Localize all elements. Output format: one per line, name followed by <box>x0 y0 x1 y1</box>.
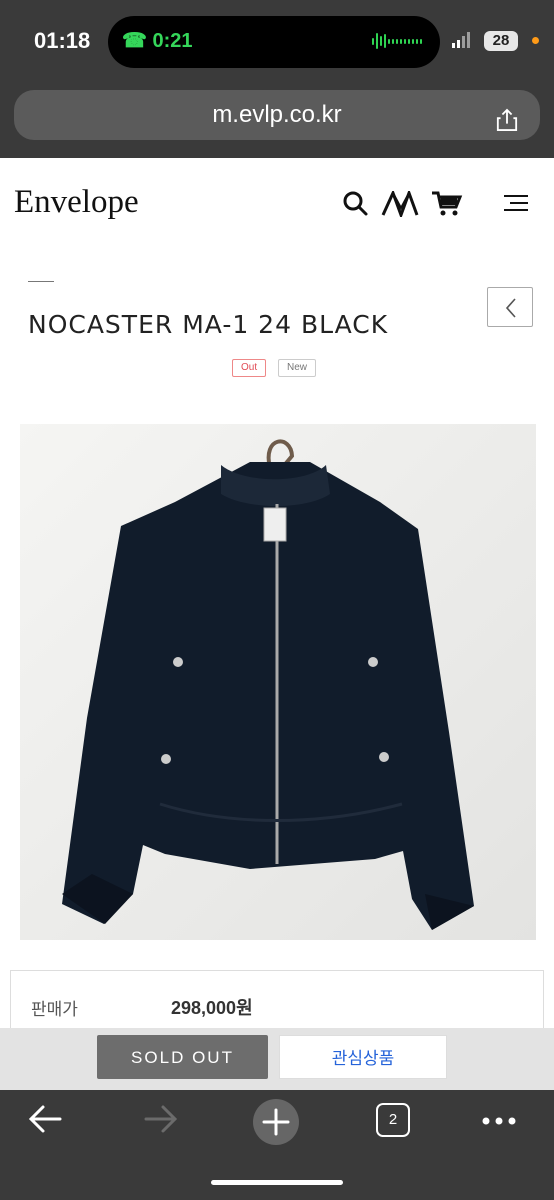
price-label: 판매가 <box>31 1000 78 1019</box>
signal-icon <box>452 32 470 48</box>
phone-icon: ☎ <box>122 30 147 52</box>
back-arrow-icon[interactable] <box>27 1104 63 1134</box>
jacket-photo <box>62 439 474 930</box>
product-price: 298,000원 <box>171 998 253 1018</box>
new-tab-icon[interactable] <box>251 1097 301 1147</box>
dynamic-island-call[interactable]: ☎ 0:21 <box>108 16 440 68</box>
audio-waveform-icon <box>372 33 422 49</box>
chevron-left-icon <box>505 298 516 318</box>
brand-mark-icon[interactable] <box>381 190 419 217</box>
wishlist-button[interactable]: 관심상품 <box>279 1035 447 1079</box>
menu-icon[interactable] <box>503 194 529 212</box>
sold-out-button[interactable]: SOLD OUT <box>97 1035 268 1079</box>
back-button[interactable] <box>487 287 533 327</box>
status-badge-new: New <box>278 359 317 377</box>
clock: 01:18 <box>34 28 91 53</box>
home-indicator <box>211 1180 343 1185</box>
product-title: NOCASTER MA-1 24 BLACK <box>28 310 389 339</box>
search-icon[interactable] <box>342 190 369 217</box>
tabs-icon[interactable]: 2 <box>376 1103 410 1137</box>
webpage: Envelope NOCASTER MA-1 24 BLACK Out New <box>0 158 554 1028</box>
call-timer: ☎ 0:21 <box>122 28 193 53</box>
site-logo[interactable]: Envelope <box>14 184 139 221</box>
price-box: 판매가 298,000원 <box>10 970 544 1028</box>
battery-indicator: 28 <box>484 31 518 51</box>
url-field[interactable]: m.evlp.co.kr <box>14 90 540 140</box>
privacy-dot-icon <box>532 37 539 44</box>
url-text: m.evlp.co.kr <box>212 101 342 128</box>
share-icon[interactable] <box>496 108 518 132</box>
status-bar: 01:18 ☎ 0:21 28 <box>0 0 554 84</box>
forward-arrow-icon[interactable] <box>143 1104 179 1134</box>
product-image[interactable] <box>20 424 536 940</box>
header-actions <box>342 190 463 217</box>
more-icon[interactable] <box>482 1117 516 1125</box>
cart-icon[interactable] <box>431 190 463 217</box>
purchase-actions: SOLD OUT 관심상품 <box>0 1028 554 1090</box>
status-badge-out: Out <box>232 359 267 377</box>
call-time: 0:21 <box>152 30 193 52</box>
divider <box>28 281 54 282</box>
browser-toolbar: 2 <box>0 1090 554 1200</box>
address-bar[interactable]: m.evlp.co.kr <box>0 84 554 158</box>
